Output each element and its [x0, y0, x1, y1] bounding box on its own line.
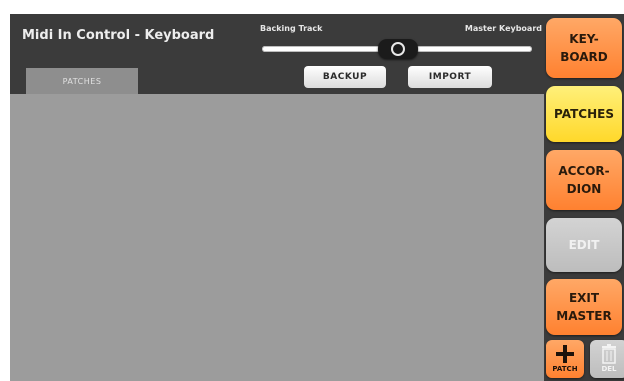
add-patch-label: PATCH	[552, 365, 578, 373]
slider-right-label: Master Keyboard	[464, 24, 542, 33]
exit-master-button[interactable]: EXIT MASTER	[546, 279, 622, 335]
window-title: Midi In Control - Keyboard	[22, 28, 215, 43]
slider-left-label: Backing Track	[260, 24, 323, 33]
keyboard-button[interactable]: KEY- BOARD	[546, 18, 622, 78]
trash-icon	[602, 344, 616, 364]
main-panel: Midi In Control - Keyboard Backing Track…	[10, 14, 544, 381]
add-patch-button[interactable]: PATCH	[546, 340, 584, 378]
patches-list-area	[10, 94, 544, 381]
tab-patches[interactable]: PATCHES	[26, 68, 138, 94]
balance-slider-handle[interactable]	[378, 39, 418, 59]
accordion-button[interactable]: ACCOR- DION	[546, 150, 622, 210]
edit-button[interactable]: EDIT	[546, 218, 622, 272]
sidebar: KEY- BOARD PATCHES ACCOR- DION EDIT EXIT…	[544, 14, 624, 381]
patches-button[interactable]: PATCHES	[546, 86, 622, 142]
import-button[interactable]: IMPORT	[408, 66, 492, 88]
plus-icon	[556, 345, 574, 363]
delete-label: DEL	[601, 365, 617, 373]
slider-ring-icon	[391, 42, 405, 56]
app-window: Midi In Control - Keyboard Backing Track…	[10, 14, 624, 381]
backup-button[interactable]: BACKUP	[304, 66, 386, 88]
delete-button[interactable]: DEL	[590, 340, 624, 378]
